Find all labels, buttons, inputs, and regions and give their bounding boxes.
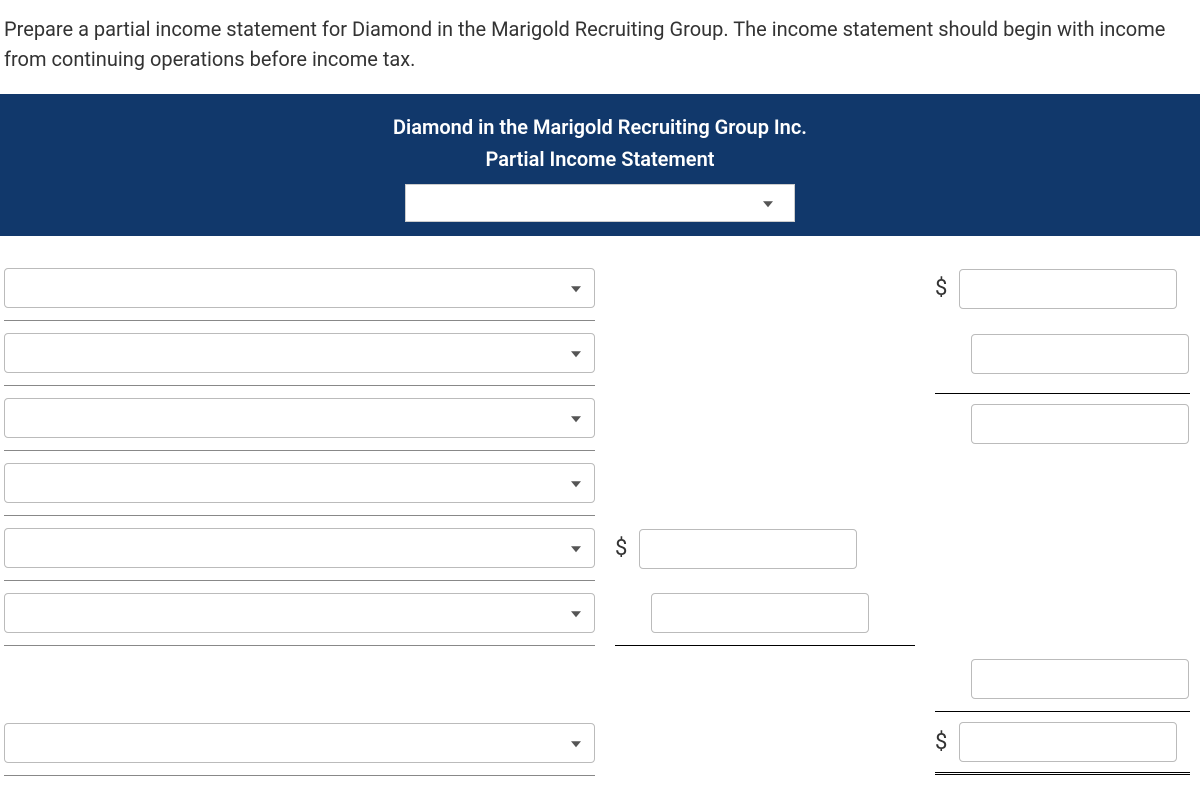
row3-col3 (925, 386, 1200, 451)
row2-label-cell (0, 321, 605, 386)
row5-label-cell (0, 516, 605, 581)
row3-col2 (605, 386, 925, 451)
dollar-sign: $ (615, 532, 639, 565)
row2-col3-input[interactable] (971, 334, 1189, 374)
row8-col2 (605, 711, 925, 776)
row2-label-select[interactable] (4, 333, 595, 373)
row2-col2 (605, 321, 925, 386)
row6-col2 (605, 581, 925, 646)
row4-label-select[interactable] (4, 463, 595, 503)
row6-col2-input[interactable] (651, 593, 869, 633)
company-name: Diamond in the Marigold Recruiting Group… (20, 112, 1180, 142)
dollar-sign: $ (935, 272, 959, 305)
row6-col3 (925, 581, 1200, 646)
row1-label-cell (0, 256, 605, 321)
row8-col3: $ (925, 711, 1200, 776)
period-select-wrap (405, 184, 795, 222)
row4-col2 (605, 451, 925, 516)
row4-col3 (925, 451, 1200, 516)
row8-label-cell (0, 711, 605, 776)
row5-label-select[interactable] (4, 528, 595, 568)
row4-label-cell (0, 451, 605, 516)
row1-label-select[interactable] (4, 268, 595, 308)
statement-title: Partial Income Statement (20, 144, 1180, 174)
row6-label-select[interactable] (4, 593, 595, 633)
row2-col3 (925, 321, 1200, 386)
row8-col3-input[interactable] (959, 722, 1177, 762)
row7-col2 (605, 646, 925, 711)
row8-label-select[interactable] (4, 723, 595, 763)
row5-col2: $ (605, 516, 925, 581)
row5-col3 (925, 516, 1200, 581)
row3-label-cell (0, 386, 605, 451)
row7-col3 (925, 646, 1200, 711)
row5-col2-input[interactable] (639, 529, 857, 569)
statement-grid: $ (0, 236, 1200, 776)
row1-col2 (605, 256, 925, 321)
row1-col3: $ (925, 256, 1200, 321)
row3-label-select[interactable] (4, 398, 595, 438)
statement-header: Diamond in the Marigold Recruiting Group… (0, 94, 1200, 236)
row7-label-cell (0, 646, 605, 711)
instructions-text: Prepare a partial income statement for D… (0, 0, 1200, 94)
dollar-sign: $ (935, 726, 959, 759)
row3-col3-input[interactable] (971, 404, 1189, 444)
row1-col3-input[interactable] (959, 269, 1177, 309)
row6-label-cell (0, 581, 605, 646)
row7-col3-input[interactable] (971, 659, 1189, 699)
period-select[interactable] (405, 184, 795, 222)
